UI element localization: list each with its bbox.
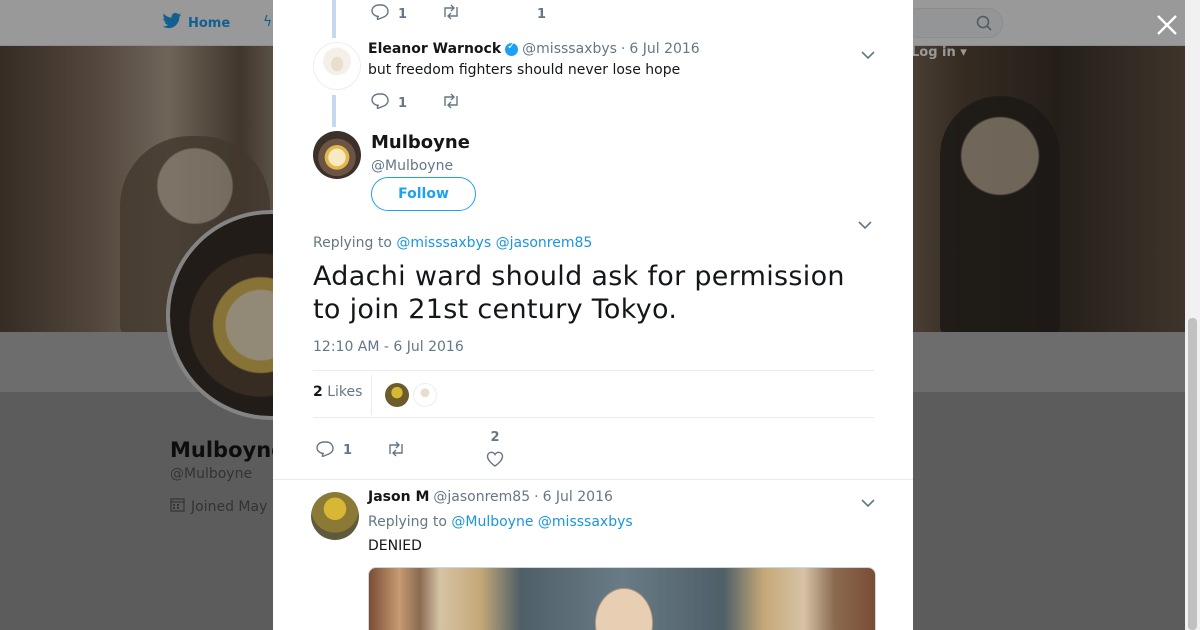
reply-button[interactable]: 1 [371,93,407,113]
chevron-down-icon[interactable] [858,215,872,230]
reply-button[interactable]: 1 [316,440,353,461]
scrollbar-thumb[interactable] [1188,318,1197,630]
header-separator: · [620,41,626,57]
like-count: 1 [537,6,547,22]
retweet-icon [441,93,461,113]
mulboyne-avatar[interactable] [313,131,361,179]
mention-link[interactable]: @Mulboyne [451,514,533,530]
mention-link[interactable]: @misssaxbys [396,235,491,251]
eleanor-tweet-actions: 1 [371,93,461,113]
likes-stat[interactable]: 2 Likes [313,384,362,400]
media-figure [595,588,653,630]
eleanor-handle[interactable]: @misssaxbys [522,41,617,57]
retweet-icon [441,4,461,24]
reply-divider [273,479,913,480]
main-tweet-author-name[interactable]: Mulboyne [371,132,470,153]
follow-button[interactable]: Follow [371,177,476,211]
jason-tweet-text: DENIED [368,538,422,554]
stats-divider [371,375,372,415]
jason-replying-to: Replying to @Mulboyne @misssaxbys [368,514,633,530]
likes-stat-count: 2 [313,384,323,400]
tweet-media-image[interactable] [368,567,876,630]
reply-count: 1 [343,443,353,458]
eleanor-date[interactable]: 6 Jul 2016 [629,41,699,57]
thread-connector-middle [332,95,336,127]
reply-icon [316,440,334,461]
reply-icon [371,93,389,113]
jason-date[interactable]: 6 Jul 2016 [543,489,613,505]
jason-name[interactable]: Jason M [368,489,429,505]
main-tweet-stats: 2 Likes [313,370,874,418]
eleanor-name[interactable]: Eleanor Warnock [368,41,501,57]
verified-badge-icon [505,41,519,56]
main-tweet-author-handle[interactable]: @Mulboyne [371,158,453,174]
retweet-button[interactable] [441,93,461,113]
page-scrollbar[interactable] [1185,0,1200,630]
header-separator: · [534,489,539,505]
tweet-permalink-modal: 1 1 Eleanor Warnock @misssaxbys · 6 Jul … [273,0,913,630]
mention-link[interactable]: @misssaxbys [538,514,633,530]
replying-to-label: Replying to [313,235,392,251]
jason-tweet-header: Jason M @jasonrem85 · 6 Jul 2016 [368,489,613,505]
like-count: 2 [490,430,500,445]
eleanor-tweet-text: but freedom fighters should never lose h… [368,62,681,78]
retweet-button[interactable] [441,4,461,24]
chevron-down-icon[interactable] [861,45,875,60]
reply-icon [371,4,389,24]
like-button[interactable]: 1 [537,7,546,22]
jason-handle[interactable]: @jasonrem85 [433,489,530,505]
heart-icon [486,451,504,471]
main-tweet-actions: 1 2 [316,430,504,471]
retweet-button[interactable] [386,441,406,461]
like-button[interactable]: 2 [486,430,504,471]
liker-avatar[interactable] [385,383,409,407]
retweet-icon [386,441,406,461]
prev-tweet-actions: 1 1 [371,4,546,24]
likes-stat-label: Likes [327,384,363,400]
reply-button[interactable]: 1 [371,4,407,24]
thread-connector-top [332,0,336,38]
liker-avatar[interactable] [413,383,437,407]
reply-count: 1 [398,6,408,22]
chevron-down-icon[interactable] [861,493,875,508]
mention-link[interactable]: @jasonrem85 [496,235,593,251]
close-icon[interactable] [1154,12,1180,38]
reply-count: 1 [398,95,408,111]
main-tweet-replying-to: Replying to @misssaxbys @jasonrem85 [313,235,592,251]
eleanor-avatar[interactable] [313,42,361,90]
eleanor-tweet-header: Eleanor Warnock @misssaxbys · 6 Jul 2016 [368,41,700,58]
replying-to-label: Replying to [368,514,447,530]
jason-avatar[interactable] [311,492,359,540]
main-tweet-text: Adachi ward should ask for permission to… [313,261,845,325]
main-tweet-timestamp[interactable]: 12:10 AM - 6 Jul 2016 [313,339,464,355]
